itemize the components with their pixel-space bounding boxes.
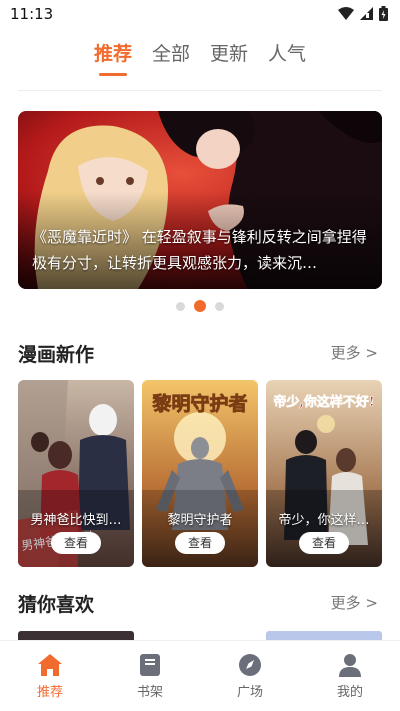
cover-title: 黎明守护者 — [152, 392, 247, 415]
carousel-dot[interactable] — [215, 301, 224, 311]
tab-label: 全部 — [151, 43, 190, 65]
top-tabs: 推荐 全部 更新 人气 — [0, 42, 400, 78]
carousel-dot[interactable] — [176, 301, 185, 311]
comic-card[interactable]: 帝少,你这样不好! 帝少，你这样… 查看 — [266, 380, 382, 567]
section-new-header: 漫画新作 更多 > — [18, 340, 382, 370]
more-link[interactable]: 更多 > — [331, 342, 378, 363]
tab-label: 更新 — [210, 43, 249, 65]
status-icons — [338, 6, 388, 21]
home-icon — [38, 654, 62, 676]
card-title: 帝少，你这样… — [278, 513, 370, 528]
view-button[interactable]: 查看 — [175, 532, 225, 554]
nav-label: 书架 — [136, 685, 163, 700]
view-button[interactable]: 查看 — [299, 532, 349, 554]
compass-icon — [239, 654, 261, 676]
tab-label: 人气 — [268, 43, 307, 65]
tab-all[interactable]: 全部 — [142, 42, 200, 78]
battery-icon — [379, 6, 388, 21]
nav-profile[interactable]: 我的 — [300, 641, 400, 711]
card-title: 黎明守护者 — [167, 513, 233, 528]
status-time: 11:13 — [10, 5, 54, 23]
nav-label: 推荐 — [36, 685, 63, 700]
new-comics-list: 男神爸比快到 男神爸比快到… 查看 黎明守护者 黎明守护者 查看 帝少,你这样不… — [18, 380, 382, 568]
bottom-nav: 推荐 书架 广场 我的 — [0, 640, 400, 711]
section-title: 漫画新作 — [18, 344, 95, 366]
section-title: 猜你喜欢 — [18, 594, 95, 616]
carousel-indicator — [0, 300, 400, 312]
signal-icon — [360, 7, 373, 20]
nav-bookshelf[interactable]: 书架 — [100, 641, 200, 711]
tab-label: 推荐 — [93, 43, 132, 65]
nav-label: 我的 — [336, 685, 363, 700]
book-icon — [140, 654, 160, 676]
tab-recommend[interactable]: 推荐 — [84, 42, 142, 78]
view-button[interactable]: 查看 — [51, 532, 101, 554]
tabs-divider — [18, 90, 382, 91]
tab-popular[interactable]: 人气 — [258, 42, 316, 78]
section-guess-header: 猜你喜欢 更多 > — [18, 590, 382, 620]
tab-updates[interactable]: 更新 — [200, 42, 258, 78]
wifi-icon — [338, 7, 354, 20]
cover-title: 帝少,你这样不好! — [273, 394, 374, 410]
comic-card[interactable]: 黎明守护者 黎明守护者 查看 — [142, 380, 258, 567]
nav-recommend[interactable]: 推荐 — [0, 641, 100, 711]
featured-banner[interactable]: 《恶魔靠近时》 在轻盈叙事与锋利反转之间拿捏得极有分寸，让转折更具观感张力，读来… — [18, 111, 382, 289]
comic-card[interactable]: 男神爸比快到 男神爸比快到… 查看 — [18, 380, 134, 567]
banner-caption: 《恶魔靠近时》 在轻盈叙事与锋利反转之间拿捏得极有分寸，让转折更具观感张力，读来… — [32, 228, 367, 272]
user-icon — [339, 654, 361, 677]
card-title: 男神爸比快到… — [30, 513, 122, 528]
more-link[interactable]: 更多 > — [331, 592, 378, 613]
carousel-dot-active[interactable] — [194, 300, 206, 312]
nav-square[interactable]: 广场 — [200, 641, 300, 711]
active-tab-indicator — [98, 73, 127, 76]
nav-label: 广场 — [236, 685, 263, 700]
status-bar: 11:13 — [0, 0, 400, 28]
